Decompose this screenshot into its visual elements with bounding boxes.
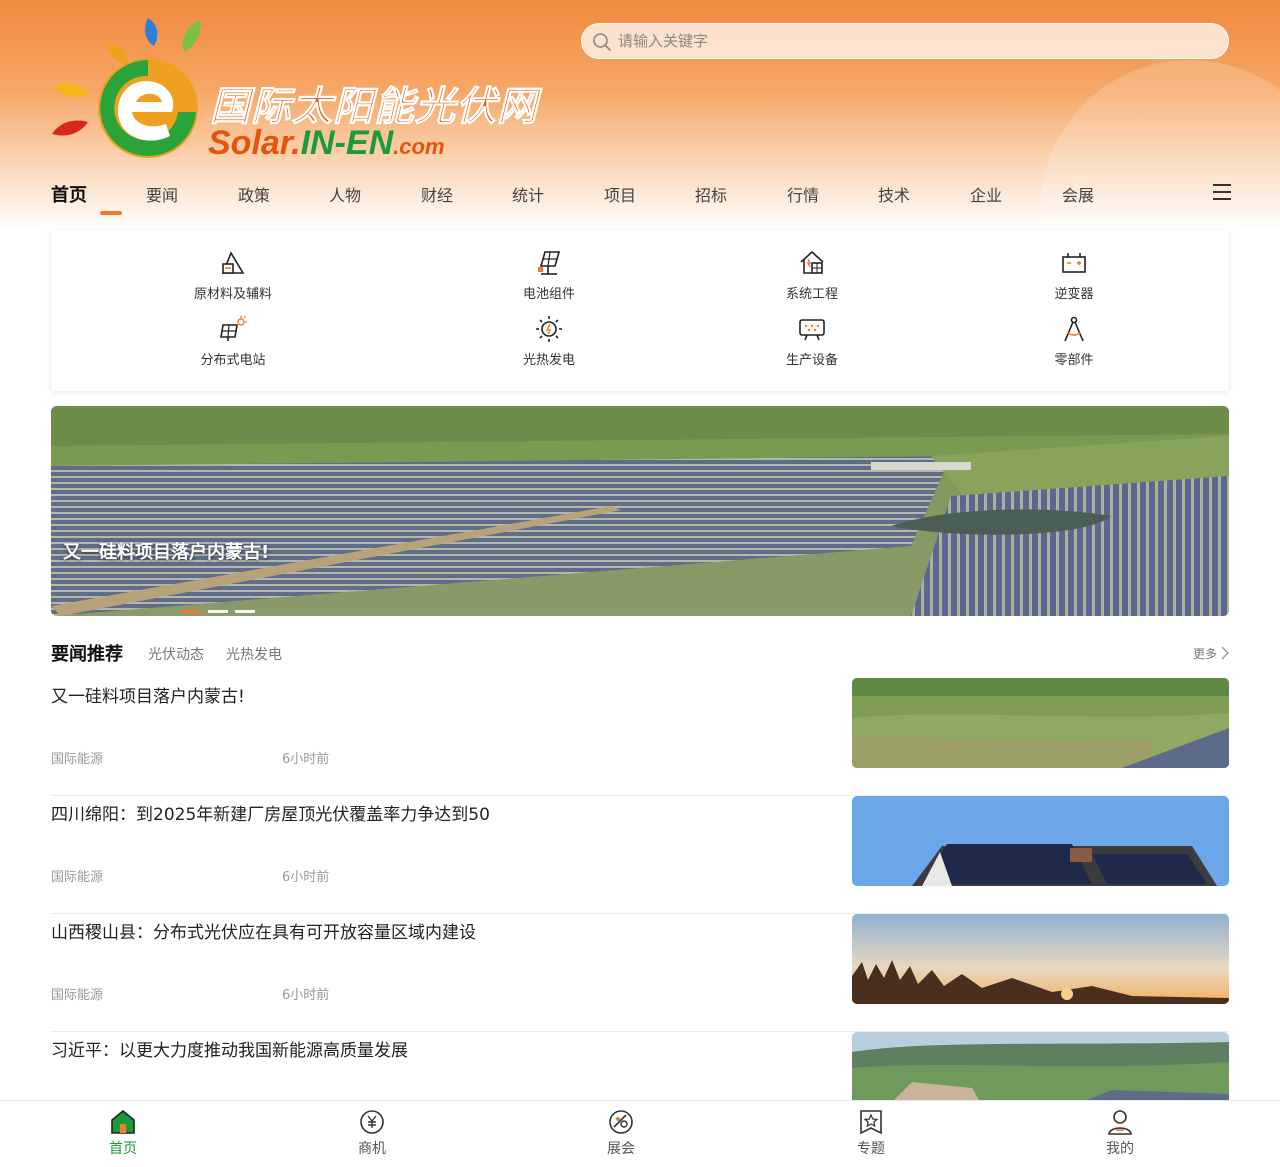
nav-item-home[interactable]: 首页 [51, 181, 87, 207]
category-components[interactable]: 零部件 [1014, 315, 1134, 368]
grassland-solar-image [852, 678, 1229, 768]
search-input[interactable] [618, 24, 1208, 58]
category-solar-thermal[interactable]: 光热发电 [489, 315, 609, 368]
news-title[interactable]: 又一硅料项目落户内蒙古! [51, 682, 245, 707]
news-title[interactable]: 习近平：以更大力度推动我国新能源高质量发展 [51, 1036, 408, 1061]
news-thumbnail[interactable] [852, 914, 1229, 1004]
header: 国际太阳能光伏网 Solar.IN-EN.com 首页 要闻 政策 人物 财经 … [0, 0, 1280, 230]
carousel-dot[interactable] [181, 610, 201, 613]
solar-panel-icon [538, 251, 561, 275]
category-equipment[interactable]: 生产设备 [752, 315, 872, 368]
category-label: 光热发电 [522, 353, 575, 368]
nav-active-indicator [100, 211, 122, 215]
user-icon [1108, 1110, 1132, 1135]
tab-topics[interactable]: 专题 [831, 1109, 911, 1158]
category-label: 零部件 [1054, 353, 1094, 368]
news-time: 6小时前 [282, 870, 330, 885]
news-time: 6小时前 [282, 752, 330, 767]
nav-item-enterprise[interactable]: 企业 [970, 182, 1002, 206]
menu-icon[interactable] [1213, 184, 1231, 200]
category-panel: 原材料及辅料 电池组件 系统工程 逆变器 分布式电站 光热发电 生产设备 零部件 [51, 231, 1229, 391]
topic-star-icon [860, 1110, 882, 1135]
category-label: 分布式电站 [200, 353, 266, 368]
tab-label: 我的 [1106, 1141, 1134, 1157]
equipment-icon [799, 319, 825, 341]
home-icon [111, 1109, 135, 1134]
tab-exhibition[interactable]: 展会 [581, 1109, 661, 1158]
nav-item-projects[interactable]: 项目 [604, 182, 636, 206]
news-thumbnail[interactable] [852, 678, 1229, 768]
tab-label: 展会 [607, 1141, 635, 1157]
search-icon [593, 33, 611, 51]
nav-item-policy[interactable]: 政策 [238, 182, 270, 206]
tab-business[interactable]: 商机 [332, 1109, 412, 1158]
category-label: 原材料及辅料 [193, 287, 272, 302]
bottom-tab-bar: 首页 商机 展会 专题 我的 [0, 1100, 1280, 1167]
yuan-coin-icon [360, 1110, 384, 1134]
rooftop-solar-image [852, 796, 1229, 886]
category-label: 系统工程 [785, 287, 838, 302]
exhibition-icon [609, 1110, 633, 1134]
nav-item-finance[interactable]: 财经 [421, 182, 453, 206]
tab-pv-news[interactable]: 光伏动态 [148, 644, 204, 664]
carousel-dot[interactable] [208, 610, 228, 613]
more-link[interactable]: 更多 [1193, 645, 1217, 662]
nav-item-exhibition[interactable]: 会展 [1062, 182, 1094, 206]
tab-label: 商机 [358, 1141, 386, 1157]
tab-label: 首页 [109, 1141, 137, 1157]
carousel-dots [181, 598, 262, 616]
raw-material-icon [221, 251, 245, 274]
logo-sun-icon [52, 18, 201, 158]
search-bar[interactable] [581, 23, 1229, 59]
news-source: 国际能源 [51, 988, 104, 1003]
section-header: 要闻推荐 光伏动态 光热发电 更多 [51, 640, 1229, 666]
category-label: 生产设备 [785, 353, 838, 368]
banner-image [51, 406, 1229, 616]
nav-item-people[interactable]: 人物 [329, 182, 361, 206]
compass-icon [1064, 316, 1084, 342]
sun-icon [536, 316, 562, 342]
news-source: 国际能源 [51, 870, 104, 885]
house-system-icon [800, 250, 824, 274]
category-label: 逆变器 [1054, 287, 1094, 302]
nav-item-statistics[interactable]: 统计 [512, 182, 544, 206]
news-title[interactable]: 四川绵阳：到2025年新建厂房屋顶光伏覆盖率力争达到50 [51, 800, 490, 825]
category-distributed-station[interactable]: 分布式电站 [173, 315, 293, 368]
main-nav: 首页 要闻 政策 人物 财经 统计 项目 招标 行情 技术 企业 会展 [51, 182, 1231, 218]
logo-english-name: Solar.IN-EN.com [208, 124, 445, 162]
tab-profile[interactable]: 我的 [1080, 1109, 1160, 1158]
banner-carousel[interactable]: 又一硅料项目落户内蒙古! [51, 406, 1229, 616]
tab-solar-thermal[interactable]: 光热发电 [226, 644, 282, 664]
category-raw-material[interactable]: 原材料及辅料 [173, 249, 293, 302]
nav-item-market[interactable]: 行情 [787, 182, 819, 206]
chevron-right-icon[interactable] [1221, 646, 1229, 660]
news-item[interactable]: 四川绵阳：到2025年新建厂房屋顶光伏覆盖率力争达到50 国际能源 6小时前 [51, 796, 1229, 914]
category-solar-panel[interactable]: 电池组件 [489, 249, 609, 302]
sunset-trees-image [852, 914, 1229, 1004]
tab-label: 专题 [857, 1141, 885, 1157]
site-logo[interactable]: 国际太阳能光伏网 Solar.IN-EN.com [50, 12, 538, 172]
news-item[interactable]: 又一硅料项目落户内蒙古! 国际能源 6小时前 [51, 678, 1229, 796]
banner-caption[interactable]: 又一硅料项目落户内蒙古! [63, 538, 269, 564]
news-time: 6小时前 [282, 988, 330, 1003]
category-system-engineering[interactable]: 系统工程 [752, 249, 872, 302]
news-title[interactable]: 山西稷山县：分布式光伏应在具有可开放容量区域内建设 [51, 918, 476, 943]
distributed-station-icon [220, 316, 247, 341]
news-thumbnail[interactable] [852, 796, 1229, 886]
category-inverter[interactable]: 逆变器 [1014, 249, 1134, 302]
news-item[interactable]: 山西稷山县：分布式光伏应在具有可开放容量区域内建设 国际能源 6小时前 [51, 914, 1229, 1032]
nav-item-technology[interactable]: 技术 [878, 182, 910, 206]
carousel-dot[interactable] [235, 610, 255, 613]
nav-item-bidding[interactable]: 招标 [695, 182, 727, 206]
section-title: 要闻推荐 [51, 644, 123, 665]
inverter-icon [1062, 253, 1086, 273]
nav-item-news[interactable]: 要闻 [146, 182, 178, 206]
tab-home[interactable]: 首页 [83, 1109, 163, 1158]
news-source: 国际能源 [51, 752, 104, 767]
category-label: 电池组件 [522, 287, 575, 302]
